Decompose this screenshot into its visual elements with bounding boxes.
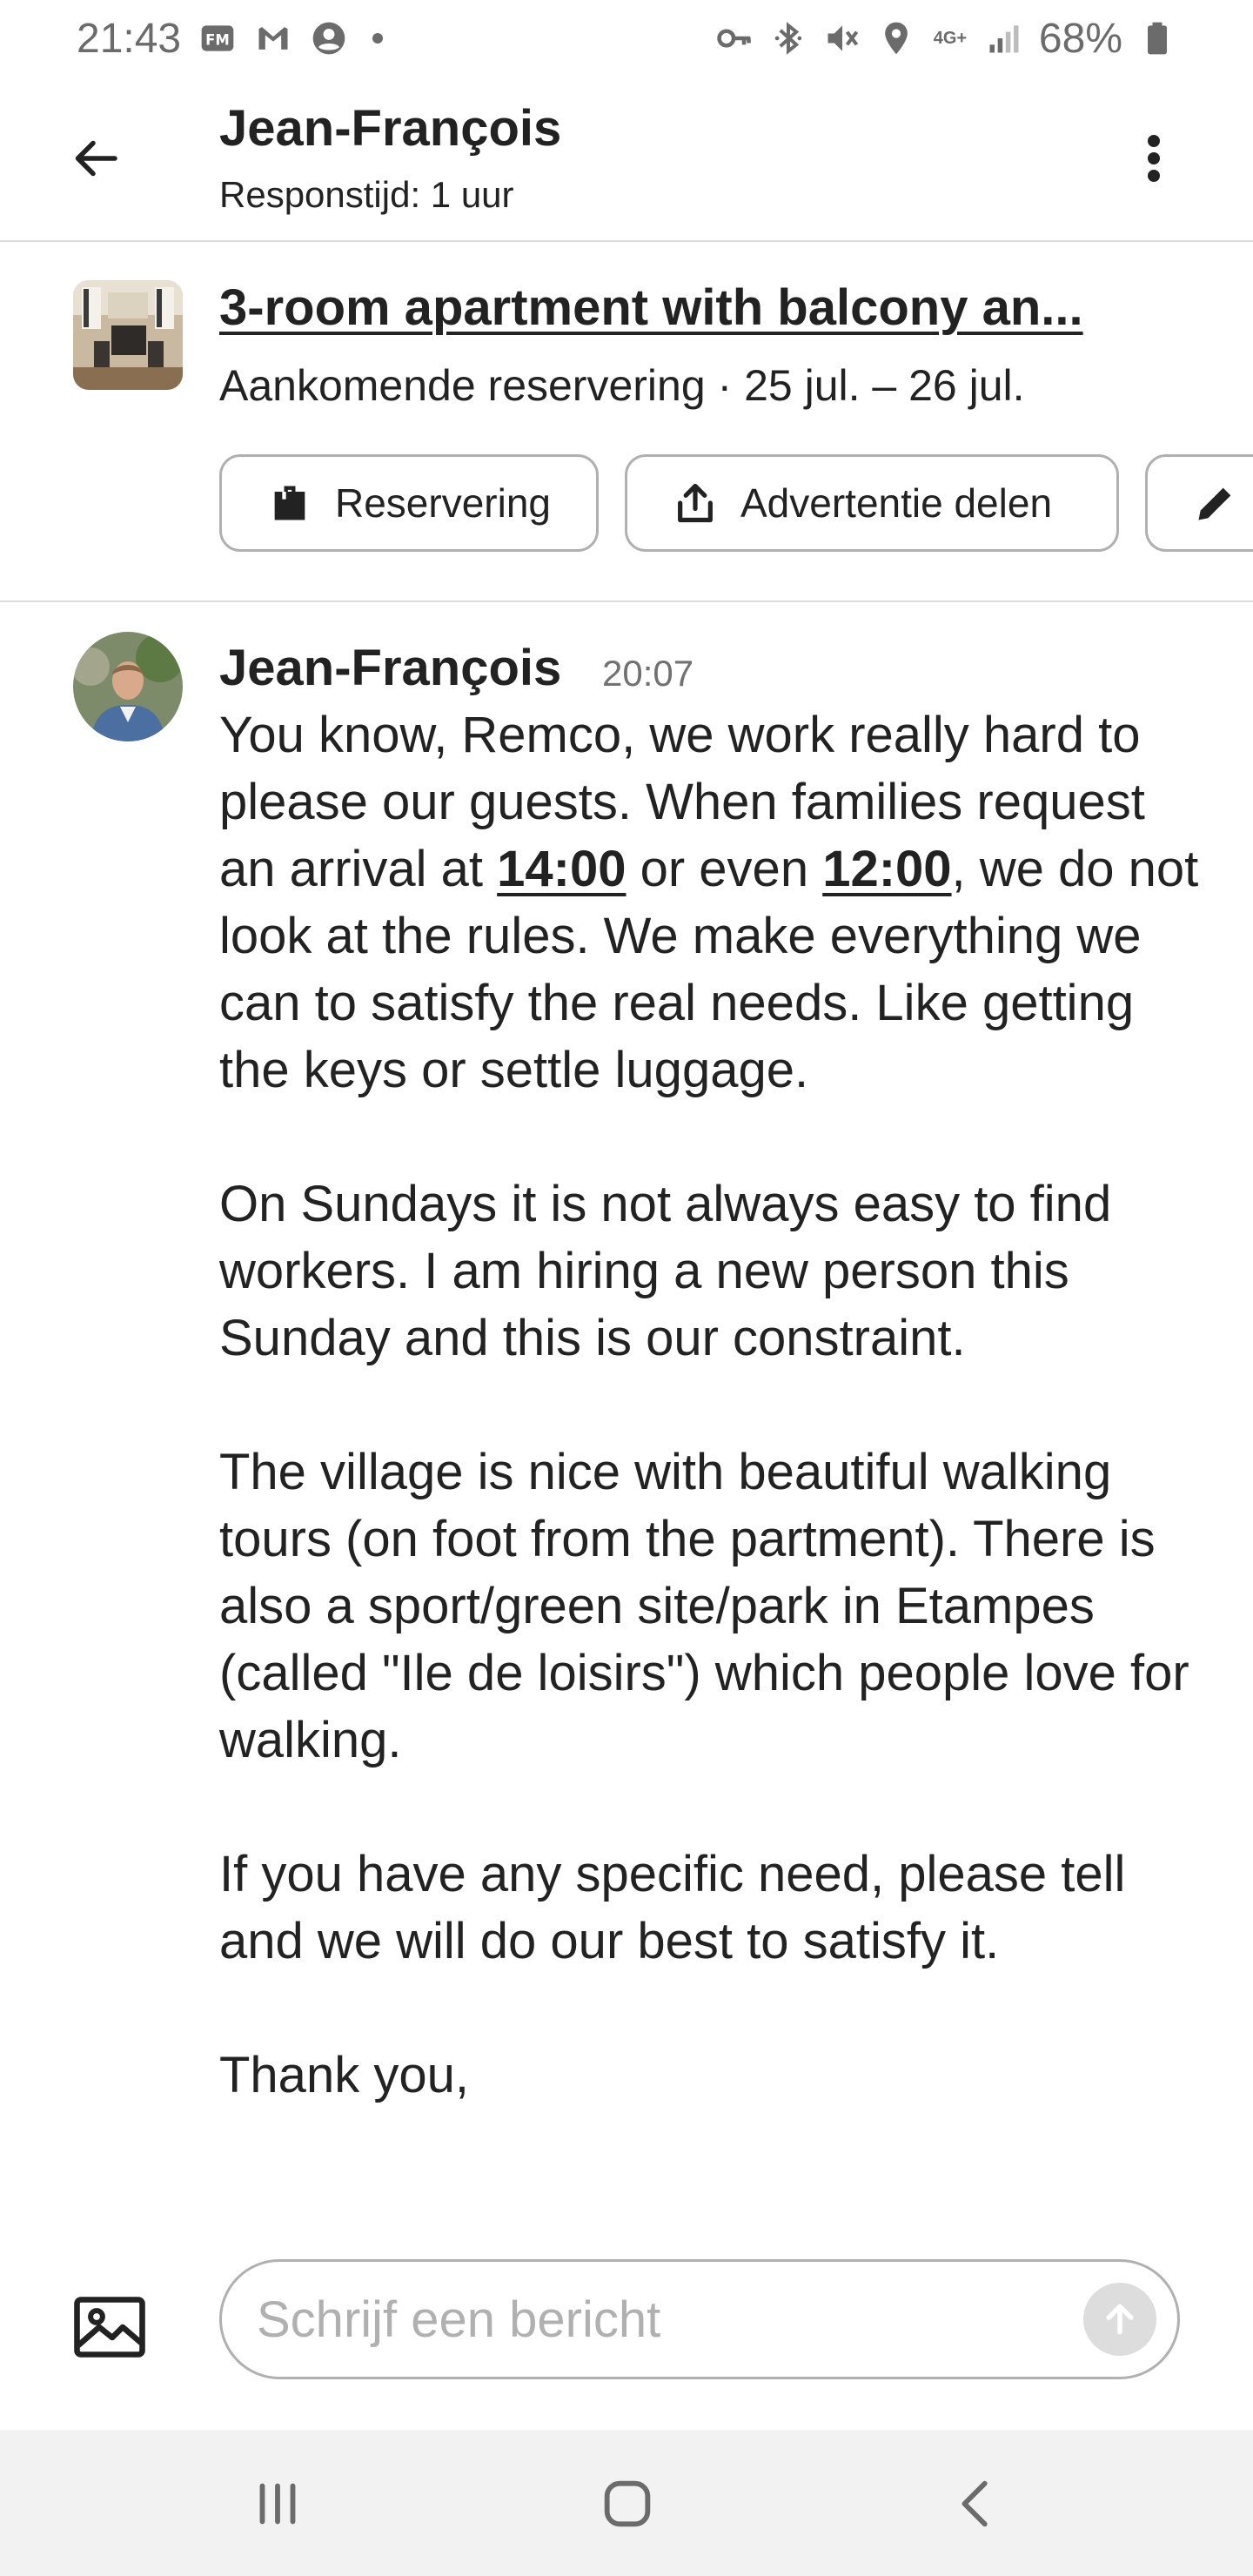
- conversation-header: Jean-François Responstijd: 1 uur: [0, 87, 1253, 242]
- listing-title-link[interactable]: 3-room apartment with balcony an...: [219, 278, 1185, 337]
- listing-actions: Reservering Advertentie delen: [219, 454, 1253, 553]
- arrow-left-icon: [75, 140, 117, 177]
- share-listing-button-label: Advertentie delen: [740, 480, 1053, 526]
- message-body: You know, Remco, we work really hard to …: [219, 701, 1211, 2176]
- system-navigation-bar: [0, 2430, 1253, 2576]
- back-nav-button[interactable]: [938, 2465, 1016, 2543]
- reservation-dates: Aankomende reservering · 25 jul. – 26 ju…: [219, 361, 1025, 410]
- apartment-photo-icon: [73, 280, 183, 390]
- home-icon: [604, 2480, 651, 2527]
- listing-card: 3-room apartment with balcony an... Aank…: [0, 244, 1253, 602]
- more-options-button[interactable]: [1128, 122, 1180, 195]
- message-text: or even: [626, 841, 823, 897]
- message-paragraph: Thank you,: [219, 2047, 469, 2103]
- message-sender: Jean-François: [219, 640, 562, 696]
- listing-thumbnail[interactable]: [73, 280, 183, 390]
- back-button[interactable]: [61, 122, 134, 195]
- host-photo-icon: [73, 632, 183, 741]
- message-paragraph: If you have any specific need, please te…: [219, 1846, 1126, 1969]
- home-button[interactable]: [588, 2465, 667, 2543]
- time-link[interactable]: 14:00: [497, 841, 626, 897]
- key-icon: [715, 19, 754, 57]
- status-time: 21:43: [77, 15, 182, 62]
- signal-icon: [985, 19, 1023, 57]
- chevron-left-icon: [962, 2480, 988, 2527]
- battery-percent: 68%: [1038, 15, 1122, 62]
- message-time: 20:07: [602, 653, 694, 694]
- message-input-wrapper: [219, 2259, 1180, 2379]
- mute-icon: [823, 19, 861, 57]
- location-icon: [877, 19, 915, 57]
- image-icon: [74, 2297, 145, 2358]
- response-time: Responstijd: 1 uur: [219, 174, 514, 215]
- briefcase-icon: [274, 486, 305, 520]
- message-paragraph: The village is nice with beautiful walki…: [219, 1444, 1189, 1768]
- reservation-button[interactable]: Reservering: [219, 454, 599, 552]
- dot-icon: [372, 33, 384, 44]
- account-icon: [310, 19, 348, 57]
- message-paragraph: You know, Remco, we work really hard to …: [219, 701, 1211, 1104]
- recent-apps-button[interactable]: [238, 2465, 317, 2543]
- svg-text:FM: FM: [205, 31, 230, 48]
- attach-image-button[interactable]: [70, 2287, 150, 2367]
- message-input[interactable]: [257, 2279, 1040, 2359]
- reservation-button-label: Reservering: [335, 480, 551, 526]
- message-item: Jean-François 20:07 You know, Remco, we …: [0, 604, 1253, 2197]
- time-link[interactable]: 12:00: [822, 841, 951, 897]
- pencil-icon: [1198, 487, 1231, 520]
- host-avatar[interactable]: [73, 632, 183, 741]
- edit-button[interactable]: [1145, 454, 1253, 552]
- send-button[interactable]: [1083, 2283, 1156, 2356]
- network-type: 4G+: [933, 29, 968, 48]
- share-listing-button[interactable]: Advertentie delen: [625, 454, 1119, 552]
- arrow-up-icon: [1106, 2304, 1134, 2335]
- battery-icon: [1138, 19, 1176, 57]
- share-icon: [678, 483, 713, 523]
- status-left: 21:43 FM: [77, 15, 384, 63]
- gmail-icon: [254, 19, 292, 57]
- status-bar: 21:43 FM 4G+ 68%: [0, 0, 1253, 77]
- message-composer: [0, 2228, 1253, 2428]
- message-paragraph: On Sundays it is not always easy to find…: [219, 1176, 1112, 1366]
- status-right: 4G+ 68%: [715, 15, 1176, 63]
- host-name: Jean-François: [219, 100, 562, 157]
- fm-icon: FM: [198, 19, 237, 57]
- recent-apps-icon: [259, 2483, 296, 2525]
- more-vertical-icon: [1148, 135, 1160, 182]
- bluetooth-icon: [769, 19, 807, 57]
